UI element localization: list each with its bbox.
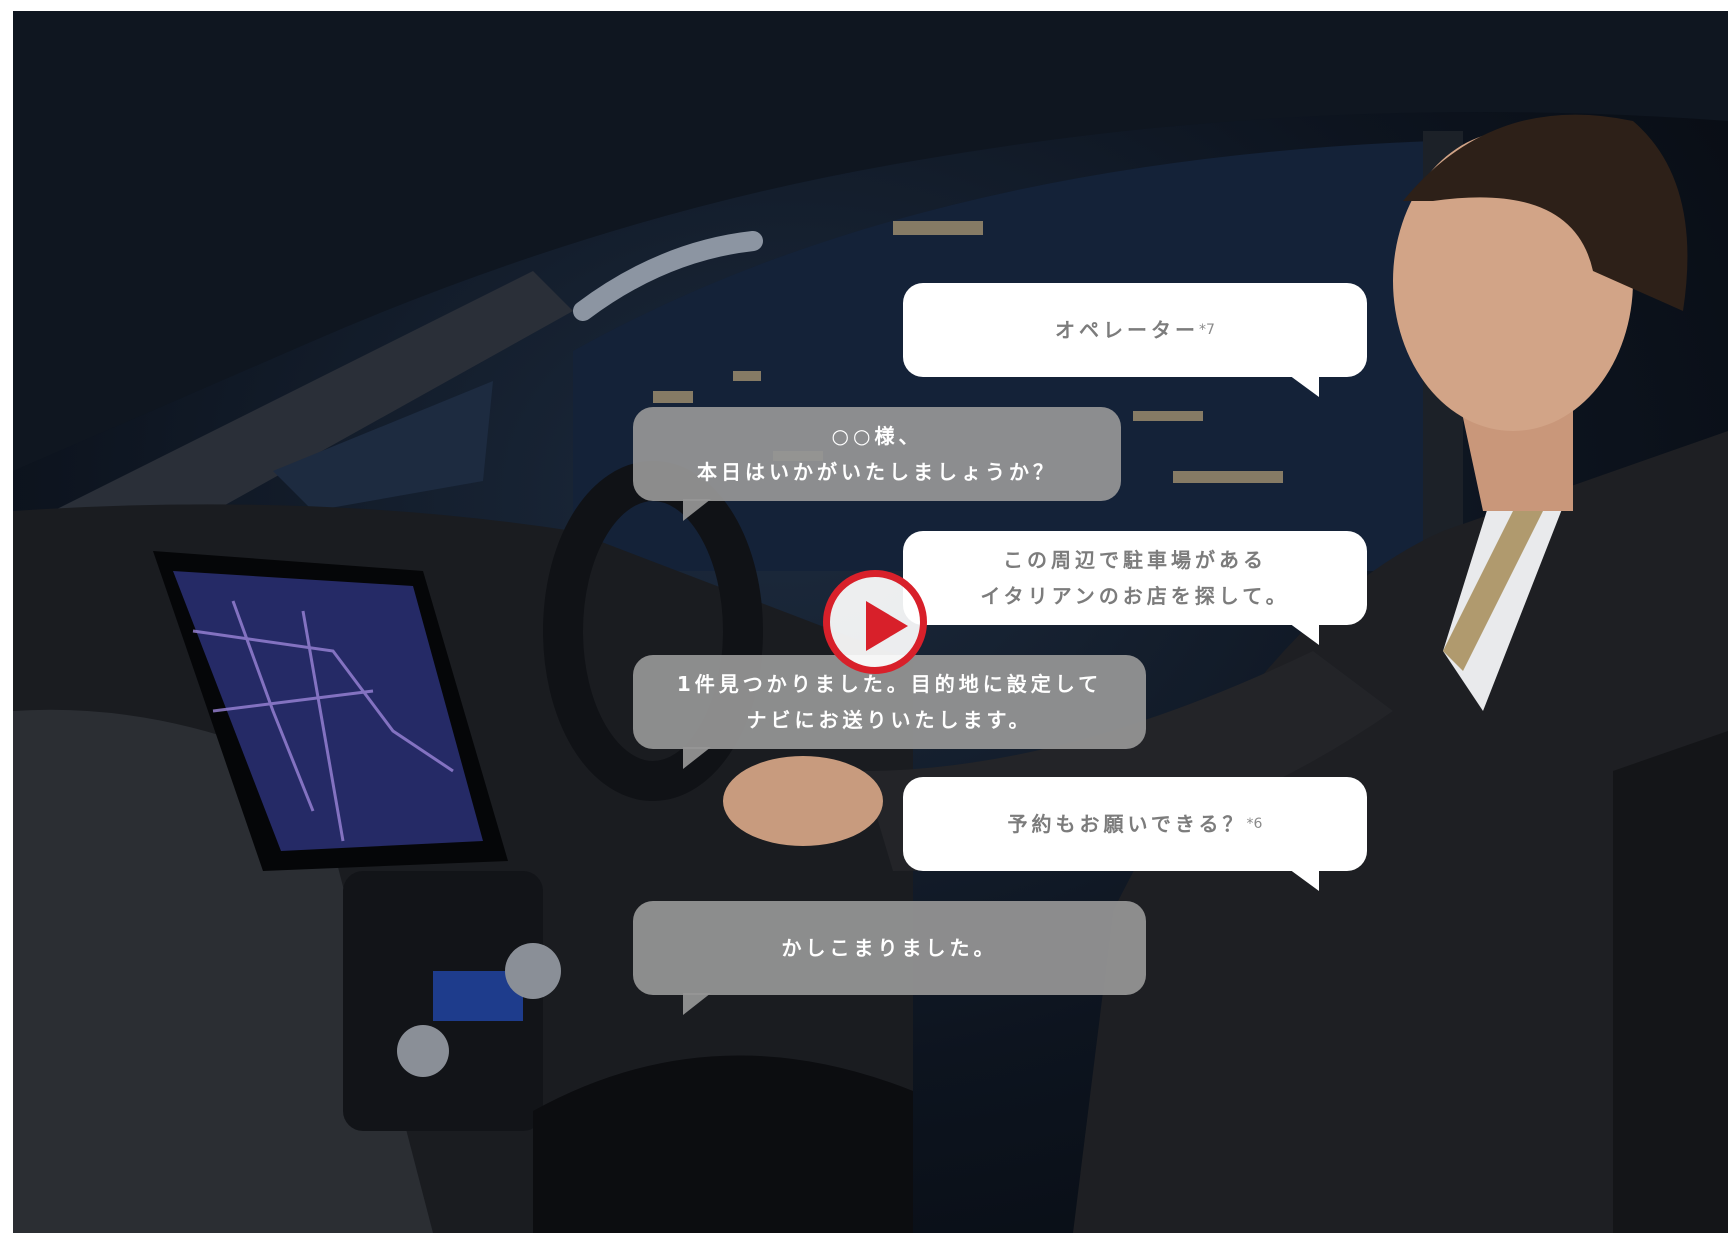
bubble-text: オペレーター (1055, 318, 1200, 342)
bubble-tail (683, 499, 711, 521)
footnote-mark: *6 (1246, 816, 1263, 832)
chat-bubble-operator: ○○様、 本日はいかがいたしましょうか？ (633, 407, 1121, 521)
chat-bubble-user: 予約もお願いできる？ *6 (903, 777, 1367, 891)
bubble-tail (1289, 623, 1319, 645)
chat-bubble-user: オペレーター *7 (903, 283, 1367, 397)
bubble-tail (1289, 869, 1319, 891)
bubble-text: この周辺で駐車場がある イタリアンのお店を探して。 (980, 548, 1290, 608)
bubble-text: 予約もお願いできる？ (1007, 812, 1247, 836)
chat-bubble-operator: かしこまりました。 (633, 901, 1146, 1015)
play-icon (866, 601, 908, 651)
bubble-tail (683, 993, 711, 1015)
bubble-text: かしこまりました。 (781, 936, 998, 960)
bubble-text: 1件見つかりました。目的地に設定して ナビにお送りいたします。 (676, 672, 1103, 732)
bubble-text: ○○様、 本日はいかがいたしましょうか？ (697, 424, 1057, 484)
bubble-tail (683, 747, 711, 769)
footnote-mark: *7 (1199, 322, 1215, 338)
chat-bubble-user: この周辺で駐車場がある イタリアンのお店を探して。 (903, 531, 1367, 645)
bubble-tail (1289, 375, 1319, 397)
video-play-button[interactable] (823, 570, 927, 674)
